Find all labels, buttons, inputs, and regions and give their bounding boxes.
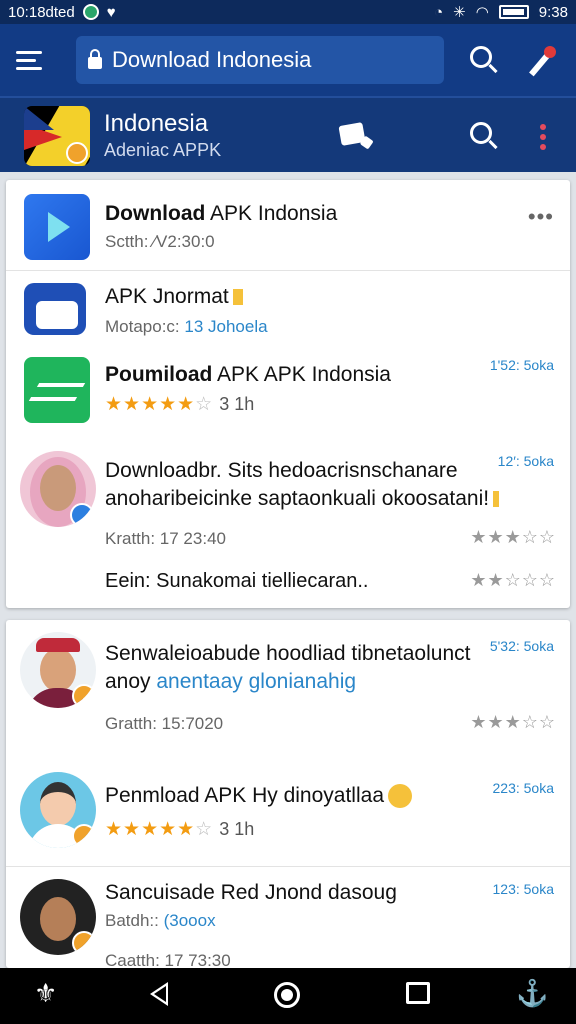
app-notification-icon <box>82 4 99 20</box>
wifi-icon: ◠ <box>475 4 489 21</box>
item-text: Eein: Sunakomai tielliecaran.. <box>105 570 369 592</box>
tag-icon <box>232 289 243 306</box>
tag-icon[interactable] <box>338 122 366 146</box>
list-item[interactable]: Eein: Sunakomai tielliecaran.. ★★☆☆☆ <box>6 560 570 604</box>
item-title-bold: Poumiload <box>105 363 213 386</box>
heart-icon: ♥ <box>106 3 116 21</box>
item-title-line2: anoharibeicinke saptaonkuali okoosatani! <box>105 487 490 510</box>
app-icon-navy <box>24 283 86 335</box>
app-header: Indonesia Adeniac APPK <box>0 96 576 172</box>
item-duration: 3 1h <box>219 819 255 839</box>
logo-badge-icon <box>66 142 88 164</box>
item-meta: Sctth: ∕V2:30:0 <box>105 232 215 251</box>
assistant-icon[interactable]: ⚜ <box>34 978 66 1008</box>
status-time-left: 10:18dted <box>8 3 75 21</box>
more-vert-icon[interactable] <box>540 124 546 150</box>
rating-stars: ★★★☆☆ <box>470 712 556 732</box>
item-title-bold: Download <box>105 202 206 225</box>
search-icon[interactable] <box>470 46 500 76</box>
home-button[interactable] <box>274 982 306 1010</box>
status-bar: 10:18dted ♥ ◔ ✳ ◠ 9:38 <box>0 0 576 24</box>
emoji-icon <box>388 784 412 809</box>
list-item[interactable]: 123: 5oka Sancuisade Red Jnond dasoug Ba… <box>6 867 570 970</box>
item-time: 123: 5oka <box>492 881 555 897</box>
status-time-right: 9:38 <box>538 3 568 21</box>
avatar <box>20 632 96 708</box>
list-item[interactable]: Download APK Indonsia Sctth: ∕V2:30:0 ••… <box>6 180 570 270</box>
item-title: Penmload APK Hy dinoyatllaa <box>105 784 384 807</box>
menu-icon[interactable] <box>16 42 52 78</box>
badge-icon <box>72 931 96 955</box>
alarm-icon: ◔ <box>434 3 444 21</box>
app-logo <box>24 106 90 166</box>
avatar <box>20 772 96 848</box>
item-title-prefix: anoy <box>105 670 157 693</box>
item-title: APK Jnormat <box>105 285 229 308</box>
list-item[interactable]: 12′: 5oka Downloadbr. Sits hedoacrisnsch… <box>6 445 570 555</box>
item-time: 1'52: 5oka <box>489 357 554 373</box>
item-duration: 3 1h <box>219 394 255 414</box>
app-icon-green <box>24 357 90 423</box>
recents-button[interactable] <box>406 982 438 1010</box>
rating-stars: ★★★★★☆ 3 1h <box>105 819 255 840</box>
item-title-line1: Senwaleioabude hoodliad tibnetaolunct <box>105 642 471 665</box>
back-button[interactable] <box>150 982 182 1010</box>
system-nav-bar: ⚜ ⚓ <box>0 968 576 1024</box>
more-horiz-icon[interactable]: ••• <box>528 204 554 230</box>
item-meta-link[interactable]: (3ooox <box>164 911 216 930</box>
item-title-line1: Downloadbr. Sits hedoacrisnschanare <box>105 459 458 482</box>
anchor-icon[interactable]: ⚓ <box>516 978 548 1008</box>
vibrate-icon: ✳ <box>453 4 466 21</box>
badge-icon <box>72 824 96 848</box>
item-time: 12′: 5oka <box>497 453 554 469</box>
verified-badge-icon <box>70 503 94 527</box>
browser-toolbar: Download Indonesia <box>0 24 576 96</box>
list-item[interactable]: 5'32: 5oka Senwaleioabude hoodliad tibne… <box>6 620 570 740</box>
app-title: Indonesia <box>104 110 209 137</box>
results-card-1: Download APK Indonsia Sctth: ∕V2:30:0 ••… <box>6 180 570 608</box>
item-meta: Gratth: 15:7020 <box>105 714 224 733</box>
url-bar[interactable]: Download Indonesia <box>76 36 444 84</box>
lock-icon <box>88 49 102 69</box>
item-title: APK Indonsia <box>205 202 338 225</box>
item-time: 223: 5oka <box>492 780 555 796</box>
list-item[interactable]: 1'52: 5oka Poumiload APK APK Indonsia ★★… <box>6 351 570 441</box>
item-meta-label: Batdh:: <box>105 911 164 930</box>
results-card-2: 5'32: 5oka Senwaleioabude hoodliad tibne… <box>6 620 570 970</box>
battery-icon <box>498 5 529 19</box>
app-subtitle: Adeniac APPK <box>104 140 222 160</box>
avatar <box>20 879 96 955</box>
rating-stars: ★★★★★☆ 3 1h <box>105 394 255 415</box>
badge-icon <box>72 684 96 708</box>
item-meta-link[interactable]: 13 Johoela <box>184 317 267 336</box>
item-meta-label: Motapo:c: <box>105 317 185 336</box>
url-text: Download Indonesia <box>112 47 312 72</box>
app-search-icon[interactable] <box>470 122 500 152</box>
avatar <box>20 451 96 527</box>
edit-pen-icon[interactable] <box>526 46 556 77</box>
item-title-link[interactable]: anentaay glonianahig <box>156 670 356 693</box>
item-title: APK APK Indonsia <box>212 363 391 386</box>
app-icon-blue <box>24 194 90 260</box>
item-time: 5'32: 5oka <box>489 638 554 654</box>
item-meta: Kratth: 17 23:40 <box>105 529 226 548</box>
rating-stars: ★★★☆☆ <box>470 527 556 547</box>
list-item[interactable]: APK Jnormat Motapo:c: 13 Johoela <box>6 271 570 351</box>
list-item[interactable]: 223: 5oka Penmload APK Hy dinoyatllaa ★★… <box>6 760 570 860</box>
rating-stars: ★★☆☆☆ <box>470 570 556 590</box>
item-title: Sancuisade Red Jnond dasoug <box>105 881 397 904</box>
